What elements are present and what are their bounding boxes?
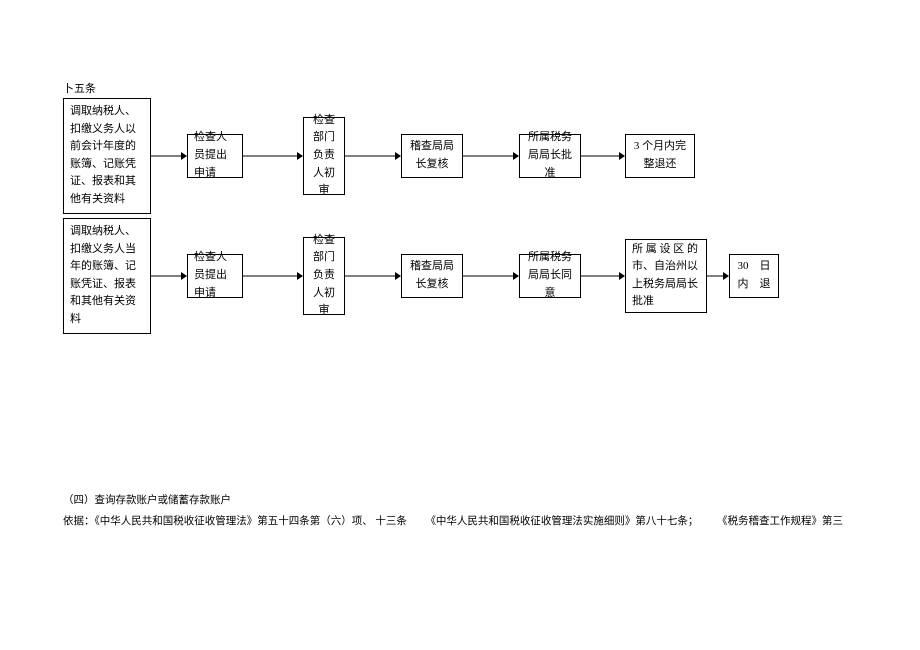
flow2-box-approve: 所 属 设 区 的市、自治州以上税务局局长批准: [625, 239, 707, 313]
flowchart-2: 调取纳税人、扣缴义务人当年的账簿、记账凭证、报表和其他有关资料 检查人员提出申请…: [63, 218, 779, 334]
flow1-box-approve: 所属税务局局长批准: [519, 134, 581, 178]
flow2-box-review: 检查部门负责人初审: [303, 237, 345, 315]
flowchart-1: 调取纳税人、扣缴义务人以前会计年度的账簿、记账凭证、报表和其他有关资料 检查人员…: [63, 98, 695, 214]
flow1-box-source: 调取纳税人、扣缴义务人以前会计年度的账簿、记账凭证、报表和其他有关资料: [63, 98, 151, 214]
footer-ref-3: 《税务稽查工作规程》第三: [717, 513, 843, 528]
flow1-box-return: 3 个月内完整退还: [625, 134, 695, 178]
footer-text: （四）查询存款账户或储蓄存款账户 依据：《中华人民共和国税收征收管理法》第五十四…: [63, 492, 867, 528]
footer-ref-1: 依据：《中华人民共和国税收征收管理法》第五十四条第（六）项、 十三条: [63, 513, 407, 528]
flow1-box-review: 检查部门负责人初审: [303, 117, 345, 195]
flow2-box-apply: 检查人员提出申请: [187, 254, 243, 298]
header-fragment: 卜五条: [63, 80, 96, 96]
flow2-box-recheck: 稽查局局长复核: [401, 254, 463, 298]
arrow-icon: [345, 150, 401, 162]
flow2-box-return: 30 日内 退: [729, 254, 779, 298]
flow2-box-agree: 所属税务局局长同意: [519, 254, 581, 298]
arrow-icon: [345, 270, 401, 282]
arrow-icon: [581, 270, 625, 282]
arrow-icon: [151, 270, 187, 282]
arrow-icon: [463, 270, 519, 282]
arrow-icon: [707, 270, 729, 282]
arrow-icon: [463, 150, 519, 162]
arrow-icon: [151, 150, 187, 162]
arrow-icon: [581, 150, 625, 162]
footer-subtitle: （四）查询存款账户或储蓄存款账户: [63, 492, 867, 507]
flow1-box-apply: 检查人员提出申请: [187, 134, 243, 178]
arrow-icon: [243, 150, 303, 162]
arrow-icon: [243, 270, 303, 282]
footer-references: 依据：《中华人民共和国税收征收管理法》第五十四条第（六）项、 十三条 《中华人民…: [63, 513, 843, 528]
flow2-box-source: 调取纳税人、扣缴义务人当年的账簿、记账凭证、报表和其他有关资料: [63, 218, 151, 334]
flow1-box-recheck: 稽查局局长复核: [401, 134, 463, 178]
footer-ref-2: 《中华人民共和国税收征收管理法实施细则》第八十七条；: [425, 513, 698, 528]
